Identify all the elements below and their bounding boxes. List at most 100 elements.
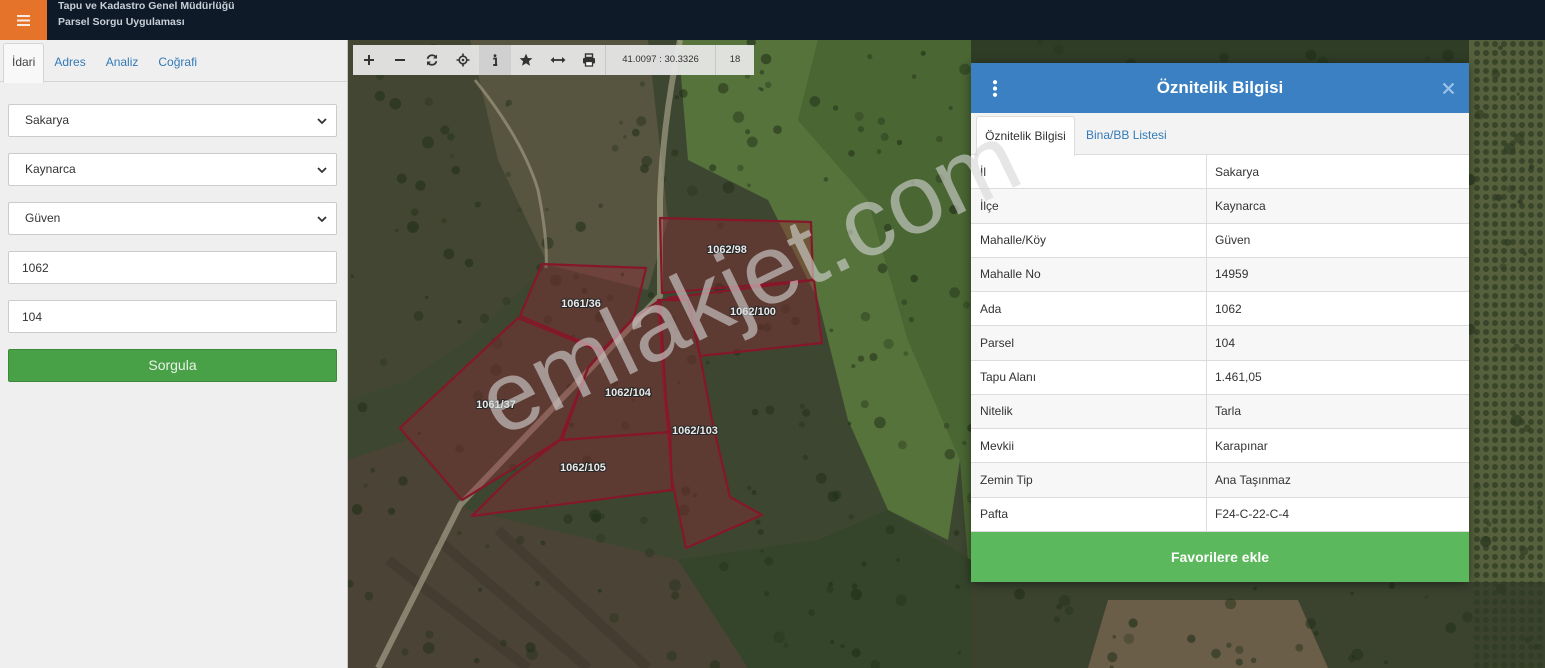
menu-button[interactable] [0, 0, 47, 40]
parcel-label: 1062/100 [730, 306, 776, 318]
orchard-tree-dot [1537, 446, 1543, 452]
orchard-tree-dot [1474, 554, 1480, 560]
orchard-tree-dot [1501, 113, 1507, 119]
tab-analiz[interactable]: Analiz [96, 43, 149, 81]
zoom-in-button[interactable] [353, 45, 385, 75]
orchard-tree-dot [1501, 41, 1507, 47]
orchard-tree-dot [1501, 509, 1507, 515]
orchard-tree-dot [1483, 644, 1489, 650]
measure-button[interactable] [542, 45, 574, 75]
orchard-tree-dot [1510, 509, 1516, 515]
tree-texture-dot [851, 648, 861, 658]
orchard-tree-dot [1537, 77, 1543, 83]
ada-input[interactable] [8, 251, 337, 284]
tree-texture-dot [374, 90, 386, 102]
favorites-button[interactable] [511, 45, 543, 75]
info-button[interactable] [479, 45, 511, 75]
orchard-tree-dot [1492, 482, 1498, 488]
orchard-tree-dot [1483, 437, 1489, 443]
attribute-key: Mahalle No [971, 257, 1207, 292]
print-button[interactable] [574, 45, 606, 75]
orchard-tree-dot [1492, 653, 1498, 659]
orchard-tree-dot [1510, 122, 1516, 128]
orchard-tree-dot [1510, 455, 1516, 461]
tree-texture-dot [751, 408, 759, 416]
tree-texture-dot [364, 591, 374, 601]
orchard-tree-dot [1510, 662, 1516, 668]
orchard-tree-dot [1510, 545, 1516, 551]
close-icon[interactable] [1442, 82, 1455, 95]
orchard-tree-dot [1528, 617, 1534, 623]
orchard-tree-dot [1474, 581, 1480, 587]
orchard-tree-dot [1483, 230, 1489, 236]
locate-button[interactable] [448, 45, 480, 75]
add-to-favorites-button[interactable]: Favorilere ekle [971, 532, 1469, 582]
refresh-button[interactable] [416, 45, 448, 75]
tree-texture-dot [908, 317, 914, 323]
tree-texture-dot [451, 165, 460, 175]
orchard-tree-dot [1519, 554, 1525, 560]
zoom-out-button[interactable] [385, 45, 417, 75]
orchard-tree-dot [1537, 140, 1543, 146]
orchard-tree-dot [1537, 509, 1543, 515]
tab-cografi[interactable]: Coğrafi [148, 43, 207, 81]
orchard-tree-dot [1483, 302, 1489, 308]
tree-texture-dot [911, 74, 917, 79]
locate-icon [456, 53, 470, 67]
neighborhood-select[interactable]: Güven [8, 202, 337, 235]
tree-texture-dot [898, 440, 907, 450]
tree-texture-dot [1123, 633, 1135, 645]
orchard-tree-dot [1483, 104, 1489, 110]
tree-texture-dot [840, 644, 845, 649]
query-button[interactable]: Sorgula [8, 349, 337, 382]
orchard-tree-dot [1492, 230, 1498, 236]
orchard-tree-dot [1474, 104, 1480, 110]
orchard-tree-dot [1483, 599, 1489, 605]
orchard-tree-dot [1528, 536, 1534, 542]
tree-texture-dot [709, 164, 717, 172]
tree-texture-dot [500, 639, 507, 647]
orchard-tree-dot [1537, 383, 1543, 389]
district-select[interactable]: Kaynarca [8, 153, 337, 186]
parsel-input[interactable] [8, 300, 337, 333]
orchard-tree-dot [1537, 311, 1543, 317]
tree-texture-dot [597, 588, 602, 593]
orchard-tree-dot [1519, 140, 1525, 146]
tree-texture-dot [1348, 654, 1356, 663]
tab-adres[interactable]: Adres [44, 43, 95, 81]
orchard-tree-dot [1501, 374, 1507, 380]
orchard-tree-dot [1528, 221, 1534, 227]
orchard-tree-dot [1483, 95, 1489, 101]
orchard-tree-dot [1519, 365, 1525, 371]
orchard-tree-dot [1528, 473, 1534, 479]
orchard-tree-dot [1474, 41, 1480, 47]
province-select[interactable]: Sakarya [8, 104, 337, 137]
tab-idari[interactable]: İdari [3, 43, 45, 83]
orchard-tree-dot [1501, 644, 1507, 650]
orchard-tree-dot [1492, 509, 1498, 515]
orchard-tree-dot [1492, 455, 1498, 461]
orchard-tree-dot [1528, 509, 1534, 515]
tree-texture-dot [599, 513, 605, 519]
orchard-tree-dot [1537, 536, 1543, 542]
orchard-tree-dot [1501, 392, 1507, 398]
orchard-tree-dot [1483, 374, 1489, 380]
orchard-tree-dot [1528, 329, 1534, 335]
orchard-tree-dot [1537, 527, 1543, 533]
tab-attribute-info[interactable]: Öznitelik Bilgisi [976, 116, 1075, 156]
orchard-tree-dot [1501, 95, 1507, 101]
orchard-tree-dot [1510, 617, 1516, 623]
orchard-tree-dot [1528, 455, 1534, 461]
orchard-tree-dot [1483, 320, 1489, 326]
orchard-tree-dot [1501, 356, 1507, 362]
tree-texture-dot [1053, 616, 1060, 623]
orchard-tree-dot [1483, 77, 1489, 83]
orchard-tree-dot [1519, 158, 1525, 164]
tree-texture-dot [896, 139, 903, 146]
orchard-tree-dot [1510, 608, 1516, 614]
measure-icon [550, 57, 566, 63]
orchard-tree-dot [1483, 419, 1489, 425]
tab-building-list[interactable]: Bina/BB Listesi [1086, 116, 1167, 155]
tree-texture-dot [541, 237, 554, 250]
orchard-tree-dot [1483, 257, 1489, 263]
